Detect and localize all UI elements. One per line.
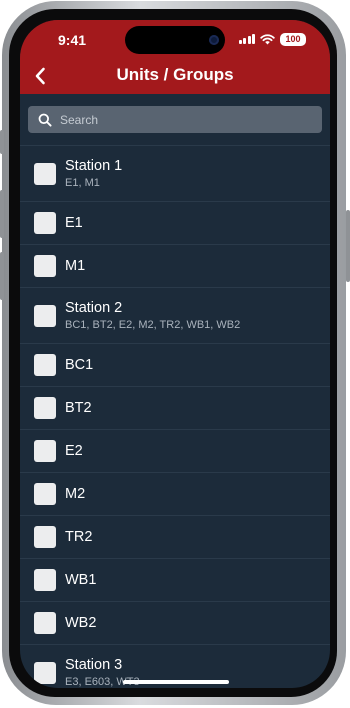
row-title: Station 3 [65, 657, 123, 673]
checkbox[interactable] [34, 612, 56, 634]
group-row[interactable]: Station 2 BC1, BT2, E2, M2, TR2, WB1, WB2 [20, 287, 330, 343]
row-title: WB2 [65, 615, 97, 631]
home-indicator [123, 680, 229, 684]
checkbox[interactable] [34, 526, 56, 548]
row-title: BT2 [65, 400, 92, 416]
checkbox[interactable] [34, 397, 56, 419]
signal-icon [238, 34, 255, 44]
power-button [346, 210, 350, 282]
unit-row[interactable]: TR2 [20, 515, 330, 558]
row-text: E2 [65, 442, 83, 460]
app-header: 9:41 100 Units / Groups [20, 20, 330, 94]
checkbox[interactable] [34, 440, 56, 462]
dynamic-island [125, 26, 225, 54]
status-time: 9:41 [58, 32, 87, 48]
row-subtitle: BC1, BT2, E2, M2, TR2, WB1, WB2 [65, 319, 241, 331]
checkbox[interactable] [34, 304, 56, 327]
row-title: M2 [65, 486, 86, 502]
row-text: Station 1 E1, M1 [65, 157, 122, 190]
row-title: M1 [65, 258, 86, 274]
row-title: TR2 [65, 529, 93, 545]
battery-icon: 100 [280, 32, 306, 46]
screen: 9:41 100 Units / Groups Search Station 1… [20, 20, 330, 688]
checkbox[interactable] [34, 661, 56, 684]
unit-row[interactable]: M1 [20, 244, 330, 287]
row-title: E2 [65, 443, 83, 459]
volume-down-button [0, 252, 4, 300]
row-subtitle: E1, M1 [65, 177, 100, 189]
search-icon [38, 113, 52, 127]
checkbox[interactable] [34, 569, 56, 591]
row-text: BT2 [65, 399, 92, 417]
page-title: Units / Groups [116, 65, 234, 84]
checkbox[interactable] [34, 212, 56, 234]
row-text: BC1 [65, 356, 93, 374]
wifi-icon [260, 33, 275, 44]
row-text: WB1 [65, 571, 96, 589]
unit-row[interactable]: E2 [20, 429, 330, 472]
group-row[interactable]: Station 1 E1, M1 [20, 145, 330, 201]
row-text: M2 [65, 485, 85, 503]
row-title: WB1 [65, 572, 97, 588]
status-icons: 100 [238, 32, 306, 46]
row-text: WB2 [65, 614, 96, 632]
action-button [0, 130, 4, 154]
unit-row[interactable]: E1 [20, 201, 330, 244]
row-title: Station 2 [65, 300, 123, 316]
unit-row[interactable]: WB2 [20, 601, 330, 644]
checkbox[interactable] [34, 483, 56, 505]
units-groups-list: Station 1 E1, M1 E1 M1 Station 2 BC1, BT2, E2… [20, 145, 330, 688]
row-title: E1 [65, 215, 83, 231]
row-text: Station 2 BC1, BT2, E2, M2, TR2, WB1, WB2 [65, 299, 240, 332]
search-input[interactable] [58, 111, 312, 128]
unit-row[interactable]: BT2 [20, 386, 330, 429]
row-text: E1 [65, 214, 83, 232]
unit-row[interactable]: M2 [20, 472, 330, 515]
camera-icon [209, 35, 219, 45]
row-title: Station 1 [65, 158, 123, 174]
row-title: BC1 [65, 357, 94, 373]
search-bar[interactable] [28, 106, 322, 133]
volume-up-button [0, 190, 4, 238]
checkbox[interactable] [34, 354, 56, 376]
checkbox[interactable] [34, 162, 56, 185]
checkbox[interactable] [34, 255, 56, 277]
row-text: TR2 [65, 528, 92, 546]
unit-row[interactable]: WB1 [20, 558, 330, 601]
row-text: M1 [65, 257, 85, 275]
unit-row[interactable]: BC1 [20, 343, 330, 386]
